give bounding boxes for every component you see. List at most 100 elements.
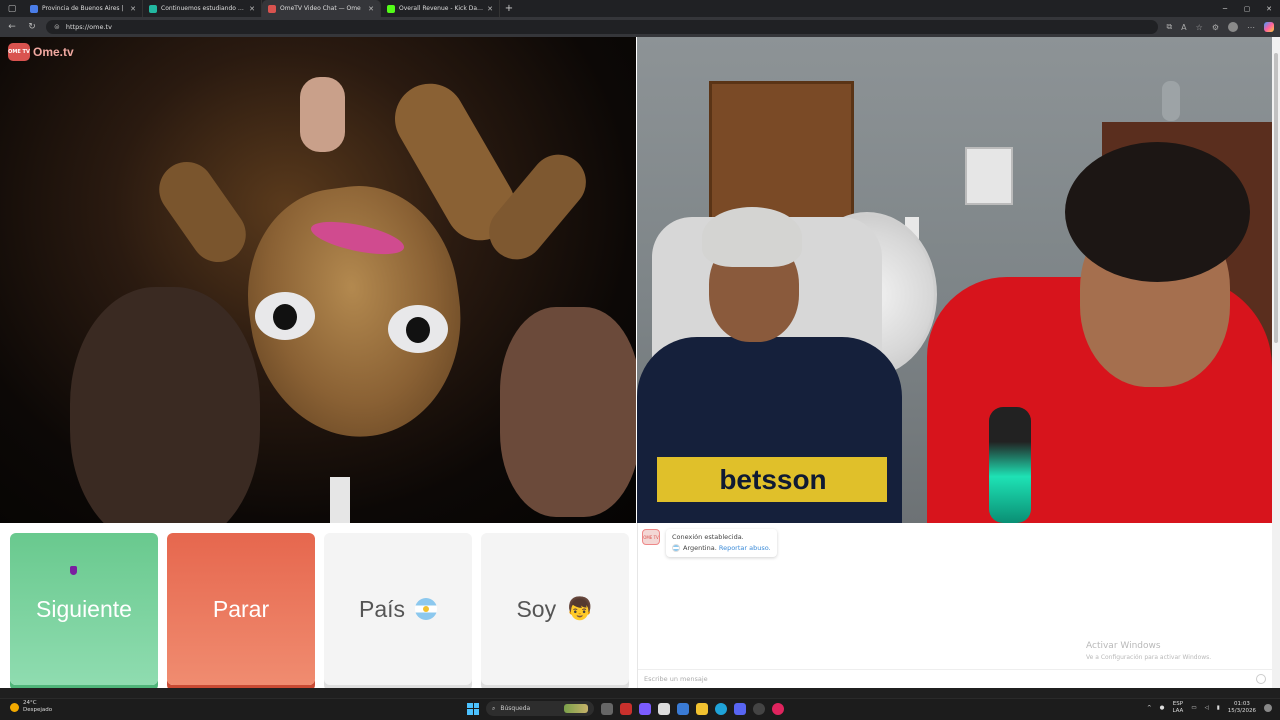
watermark-title: Activar Windows [1086, 641, 1161, 651]
video-shape [1162, 81, 1180, 121]
shirt-sponsor-logo: betsson [719, 464, 827, 495]
windows-start-icon[interactable] [467, 702, 479, 715]
app-icon[interactable] [753, 702, 765, 715]
browser-tab[interactable]: Provincia de Buenos Aires | ✕ [24, 0, 143, 17]
app-icon[interactable] [639, 702, 651, 715]
video-shape [388, 305, 448, 353]
discord-icon[interactable] [734, 702, 746, 715]
boy-emoji-icon: 👦 [566, 596, 594, 621]
close-icon[interactable]: ✕ [249, 5, 255, 13]
clock-time: 01:03 [1233, 701, 1250, 707]
mouse-cursor-icon [70, 566, 77, 575]
more-menu-icon[interactable]: ⋯ [1247, 23, 1255, 32]
browser-tab-bar: ▢ Provincia de Buenos Aires | ✕ Continue… [0, 0, 1280, 17]
next-button[interactable]: Siguiente [10, 533, 158, 685]
file-explorer-icon[interactable] [696, 702, 708, 715]
scrollbar-thumb[interactable] [1274, 53, 1278, 343]
tab-title: Overall Revenue - Kick Dashboard [399, 5, 484, 12]
watermark-subtitle: Ve a Configuración para activar Windows. [1086, 654, 1212, 661]
browser-tab-active[interactable]: OmeTV Video Chat — Ome ✕ [262, 0, 381, 17]
self-video: betsson [637, 37, 1272, 523]
task-view-icon[interactable] [601, 702, 613, 715]
language-indicator[interactable]: ESP LAA [1172, 701, 1183, 715]
video-shape [300, 77, 345, 152]
chevron-up-icon[interactable]: ^ [1147, 705, 1152, 711]
tab-title: Provincia de Buenos Aires | [42, 5, 124, 12]
emoji-icon[interactable] [1256, 674, 1266, 684]
clock-date: 15/3/2026 [1227, 708, 1256, 714]
video-shape [330, 477, 350, 523]
country-button[interactable]: País [324, 533, 472, 685]
ometv-avatar-icon: OME TV [642, 529, 660, 545]
browser-tab[interactable]: Overall Revenue - Kick Dashboard ✕ [381, 0, 500, 17]
video-shape [70, 287, 260, 523]
read-aloud-icon[interactable]: A [1181, 23, 1186, 32]
video-shape [702, 207, 802, 267]
argentina-flag-icon [672, 544, 680, 552]
taskbar-apps: ⌕ Búsqueda [467, 701, 784, 716]
extensions-icon[interactable]: ⚙ [1212, 23, 1219, 32]
connection-status: Conexión establecida. [672, 533, 744, 541]
weather-desc: Despejado [23, 707, 53, 713]
clock[interactable]: 01:03 15/3/2026 [1228, 701, 1256, 715]
favorite-star-icon[interactable]: ☆ [1196, 23, 1203, 32]
network-icon[interactable]: ▭ [1191, 705, 1196, 711]
browser-tab[interactable]: Continuemos estudiando – Plata ✕ [143, 0, 262, 17]
windows-activation-watermark: Activar Windows Ve a Configuración para … [1086, 641, 1211, 663]
notification-bell-icon[interactable] [1264, 704, 1272, 712]
copilot-icon[interactable] [1264, 22, 1274, 32]
close-icon[interactable]: ✕ [368, 5, 374, 13]
app-icon[interactable] [620, 702, 632, 715]
video-shape [500, 307, 636, 517]
page-scrollbar[interactable] [1272, 37, 1280, 688]
stop-button-label: Parar [212, 595, 270, 622]
control-panel: Siguiente Parar País Soy 👦 [0, 523, 636, 688]
profile-avatar[interactable] [1228, 22, 1238, 32]
minimize-icon[interactable]: ─ [1214, 0, 1236, 17]
close-window-icon[interactable]: ✕ [1258, 0, 1280, 17]
search-label: Búsqueda [500, 705, 531, 712]
calendar-icon[interactable] [658, 702, 670, 715]
volume-icon[interactable]: ◁ [1205, 705, 1209, 711]
gender-button[interactable]: Soy 👦 [481, 533, 629, 685]
report-abuse-link[interactable]: Reportar abuso. [719, 544, 771, 552]
battery-icon[interactable]: ▮ [1217, 705, 1220, 711]
toolbar-icons: ⧉ A ☆ ⚙ ⋯ [1166, 22, 1274, 32]
country-button-label: País [358, 595, 406, 622]
app-icon[interactable] [772, 702, 784, 715]
message-input[interactable]: Escribe un mensaje [638, 669, 1272, 688]
message-bubble: Conexión establecida. Argentina. Reporta… [666, 529, 777, 557]
video-shape [255, 292, 315, 340]
sun-icon [10, 702, 19, 712]
search-highlight-image [564, 704, 588, 713]
close-icon[interactable]: ✕ [487, 5, 493, 13]
tab-actions-icon[interactable]: ▢ [0, 0, 24, 17]
microphone-icon[interactable]: ● [1160, 705, 1165, 711]
tab-favicon-icon [387, 4, 395, 13]
gender-button-label: Soy [516, 595, 557, 622]
weather-widget[interactable]: 24°C Despejado [10, 700, 52, 714]
back-arrow-icon[interactable]: ← [6, 22, 18, 32]
maximize-icon[interactable]: ▢ [1236, 0, 1258, 17]
message-placeholder: Escribe un mensaje [644, 675, 708, 683]
site-info-icon[interactable]: ⊜ [54, 23, 60, 31]
weather-temp: 24°C [23, 700, 37, 706]
country-line: Argentina. Reportar abuso. [672, 543, 771, 554]
new-tab-plus-icon[interactable]: + [500, 0, 518, 17]
window-controls: ─ ▢ ✕ [1214, 0, 1280, 17]
store-icon[interactable] [677, 702, 689, 715]
taskbar-search[interactable]: ⌕ Búsqueda [486, 701, 594, 716]
tab-favicon-icon [268, 4, 276, 13]
tab-title: Continuemos estudiando – Plata [161, 5, 245, 12]
video-shape [965, 147, 1013, 205]
reload-icon[interactable]: ↻ [26, 22, 38, 32]
url-field[interactable]: ⊜ https://ome.tv [46, 20, 1159, 34]
edge-browser-icon[interactable] [715, 702, 727, 715]
install-app-icon[interactable]: ⧉ [1166, 22, 1172, 32]
close-icon[interactable]: ✕ [130, 5, 136, 13]
video-shape [989, 407, 1031, 523]
stop-button[interactable]: Parar [167, 533, 315, 685]
video-shape [148, 151, 257, 273]
ometv-logo[interactable]: OME TV Ome.tv [8, 43, 74, 61]
argentina-flag-icon [415, 598, 438, 620]
